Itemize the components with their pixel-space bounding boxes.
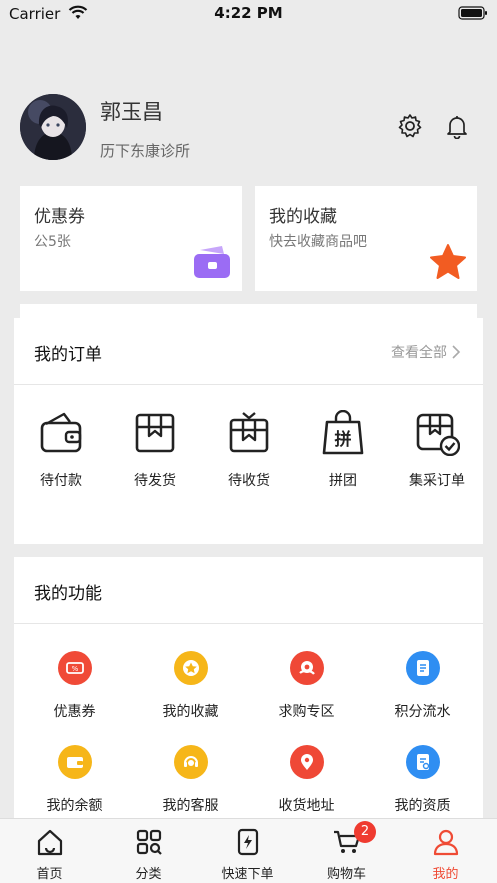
functions-section: 我的功能 % 优惠券 我的收藏 求购专区 积分流水 我的余额 我的客服 收货地址… (14, 557, 483, 822)
order-bulk-purchase[interactable]: 集采订单 (390, 410, 484, 490)
order-bulk-purchase-label: 集采订单 (409, 473, 465, 489)
function-balance-label: 我的余额 (46, 798, 103, 814)
view-all-orders-link[interactable]: 查看全部 (391, 342, 461, 362)
functions-title: 我的功能 (34, 584, 102, 604)
tab-home[interactable]: 首页 (0, 827, 99, 882)
order-group-buy-label: 拼团 (329, 473, 357, 489)
favorites-card-title: 我的收藏 (269, 207, 337, 227)
view-all-label: 查看全部 (391, 345, 447, 361)
bell-icon (447, 116, 467, 139)
function-shipping-address[interactable]: 收货地址 (248, 745, 365, 815)
tab-quick-order-label: 快速下单 (221, 867, 274, 882)
tab-bar: 首页 分类 快速下单 2 购物车 我的 (0, 818, 497, 883)
function-shipping-address-label: 收货地址 (278, 798, 335, 814)
function-qualifications[interactable]: 我的资质 (364, 745, 481, 815)
settings-button[interactable] (396, 112, 424, 140)
orders-title: 我的订单 (34, 345, 102, 365)
battery-icon (458, 5, 488, 25)
favorites-card[interactable]: 我的收藏 快去收藏商品吧 (255, 186, 477, 291)
functions-divider (14, 623, 483, 624)
coupon-card-count: 公5张 (34, 234, 71, 250)
home-icon (37, 829, 62, 856)
wallet-icon (40, 412, 82, 453)
box-icon (135, 413, 175, 453)
gear-icon (398, 114, 422, 138)
balance-wallet-icon (57, 745, 92, 779)
tab-cart-label: 购物车 (326, 867, 366, 882)
package-receive-icon (229, 412, 269, 453)
tab-category[interactable]: 分类 (99, 827, 198, 882)
tab-quick-order[interactable]: 快速下单 (198, 827, 297, 882)
status-bar: Carrier 4:22 PM (0, 0, 497, 30)
notification-button[interactable] (443, 112, 471, 140)
order-pending-shipment[interactable]: 待发货 (108, 410, 202, 490)
function-customer-service-label: 我的客服 (162, 798, 219, 814)
chevron-right-icon (452, 345, 461, 359)
coupon-card-title: 优惠券 (34, 207, 85, 227)
order-pending-shipment-label: 待发货 (134, 473, 176, 489)
order-pending-receipt[interactable]: 待收货 (202, 410, 296, 490)
qualification-icon (405, 745, 440, 779)
coupon-card[interactable]: 优惠券 公5张 (20, 186, 242, 291)
star-icon (430, 244, 466, 279)
user-organization: 历下东康诊所 (100, 142, 191, 160)
tab-home-label: 首页 (36, 867, 63, 882)
quick-order-icon (237, 828, 258, 856)
tab-mine-label: 我的 (432, 867, 459, 882)
group-buy-bag-icon: 拼 (322, 410, 364, 455)
cart-badge: 2 (354, 821, 376, 843)
function-qualifications-label: 我的资质 (394, 798, 451, 814)
svg-text:拼: 拼 (335, 429, 352, 450)
order-pending-payment[interactable]: 待付款 (14, 410, 108, 490)
bulk-order-icon (416, 413, 460, 456)
category-icon (136, 829, 162, 855)
clock: 4:22 PM (214, 4, 283, 22)
function-balance[interactable]: 我的余额 (16, 745, 133, 815)
purchase-request-icon (289, 651, 324, 685)
ticket-icon (194, 246, 230, 278)
function-coupons-label: 优惠券 (53, 704, 96, 720)
function-customer-service[interactable]: 我的客服 (132, 745, 249, 815)
location-pin-icon (289, 745, 324, 779)
function-favorites[interactable]: 我的收藏 (132, 651, 249, 721)
tab-category-label: 分类 (135, 867, 162, 882)
orders-section: 我的订单 查看全部 待付款 待发货 待收货 拼 拼团 集采订单 (14, 318, 483, 544)
function-points-history-label: 积分流水 (394, 704, 451, 720)
profile-header: 郭玉昌 历下东康诊所 (0, 90, 497, 170)
orders-divider (14, 384, 483, 385)
favorites-card-subtitle: 快去收藏商品吧 (269, 234, 367, 250)
customer-service-icon (173, 745, 208, 779)
function-coupons[interactable]: % 优惠券 (16, 651, 133, 721)
order-pending-payment-label: 待付款 (40, 473, 82, 489)
function-purchase-requests[interactable]: 求购专区 (248, 651, 365, 721)
function-points-history[interactable]: 积分流水 (364, 651, 481, 721)
tab-mine[interactable]: 我的 (396, 827, 495, 882)
points-doc-icon (405, 651, 440, 685)
coupon-icon: % (57, 651, 92, 685)
user-icon (433, 829, 458, 856)
star-icon (173, 651, 208, 685)
order-pending-receipt-label: 待收货 (228, 473, 270, 489)
tab-cart[interactable]: 2 购物车 (297, 821, 396, 882)
avatar[interactable] (20, 94, 86, 160)
user-name: 郭玉昌 (100, 100, 163, 124)
order-group-buy[interactable]: 拼 拼团 (296, 410, 390, 490)
function-purchase-requests-label: 求购专区 (278, 704, 335, 720)
svg-text:%: % (71, 665, 78, 673)
function-favorites-label: 我的收藏 (162, 704, 219, 720)
